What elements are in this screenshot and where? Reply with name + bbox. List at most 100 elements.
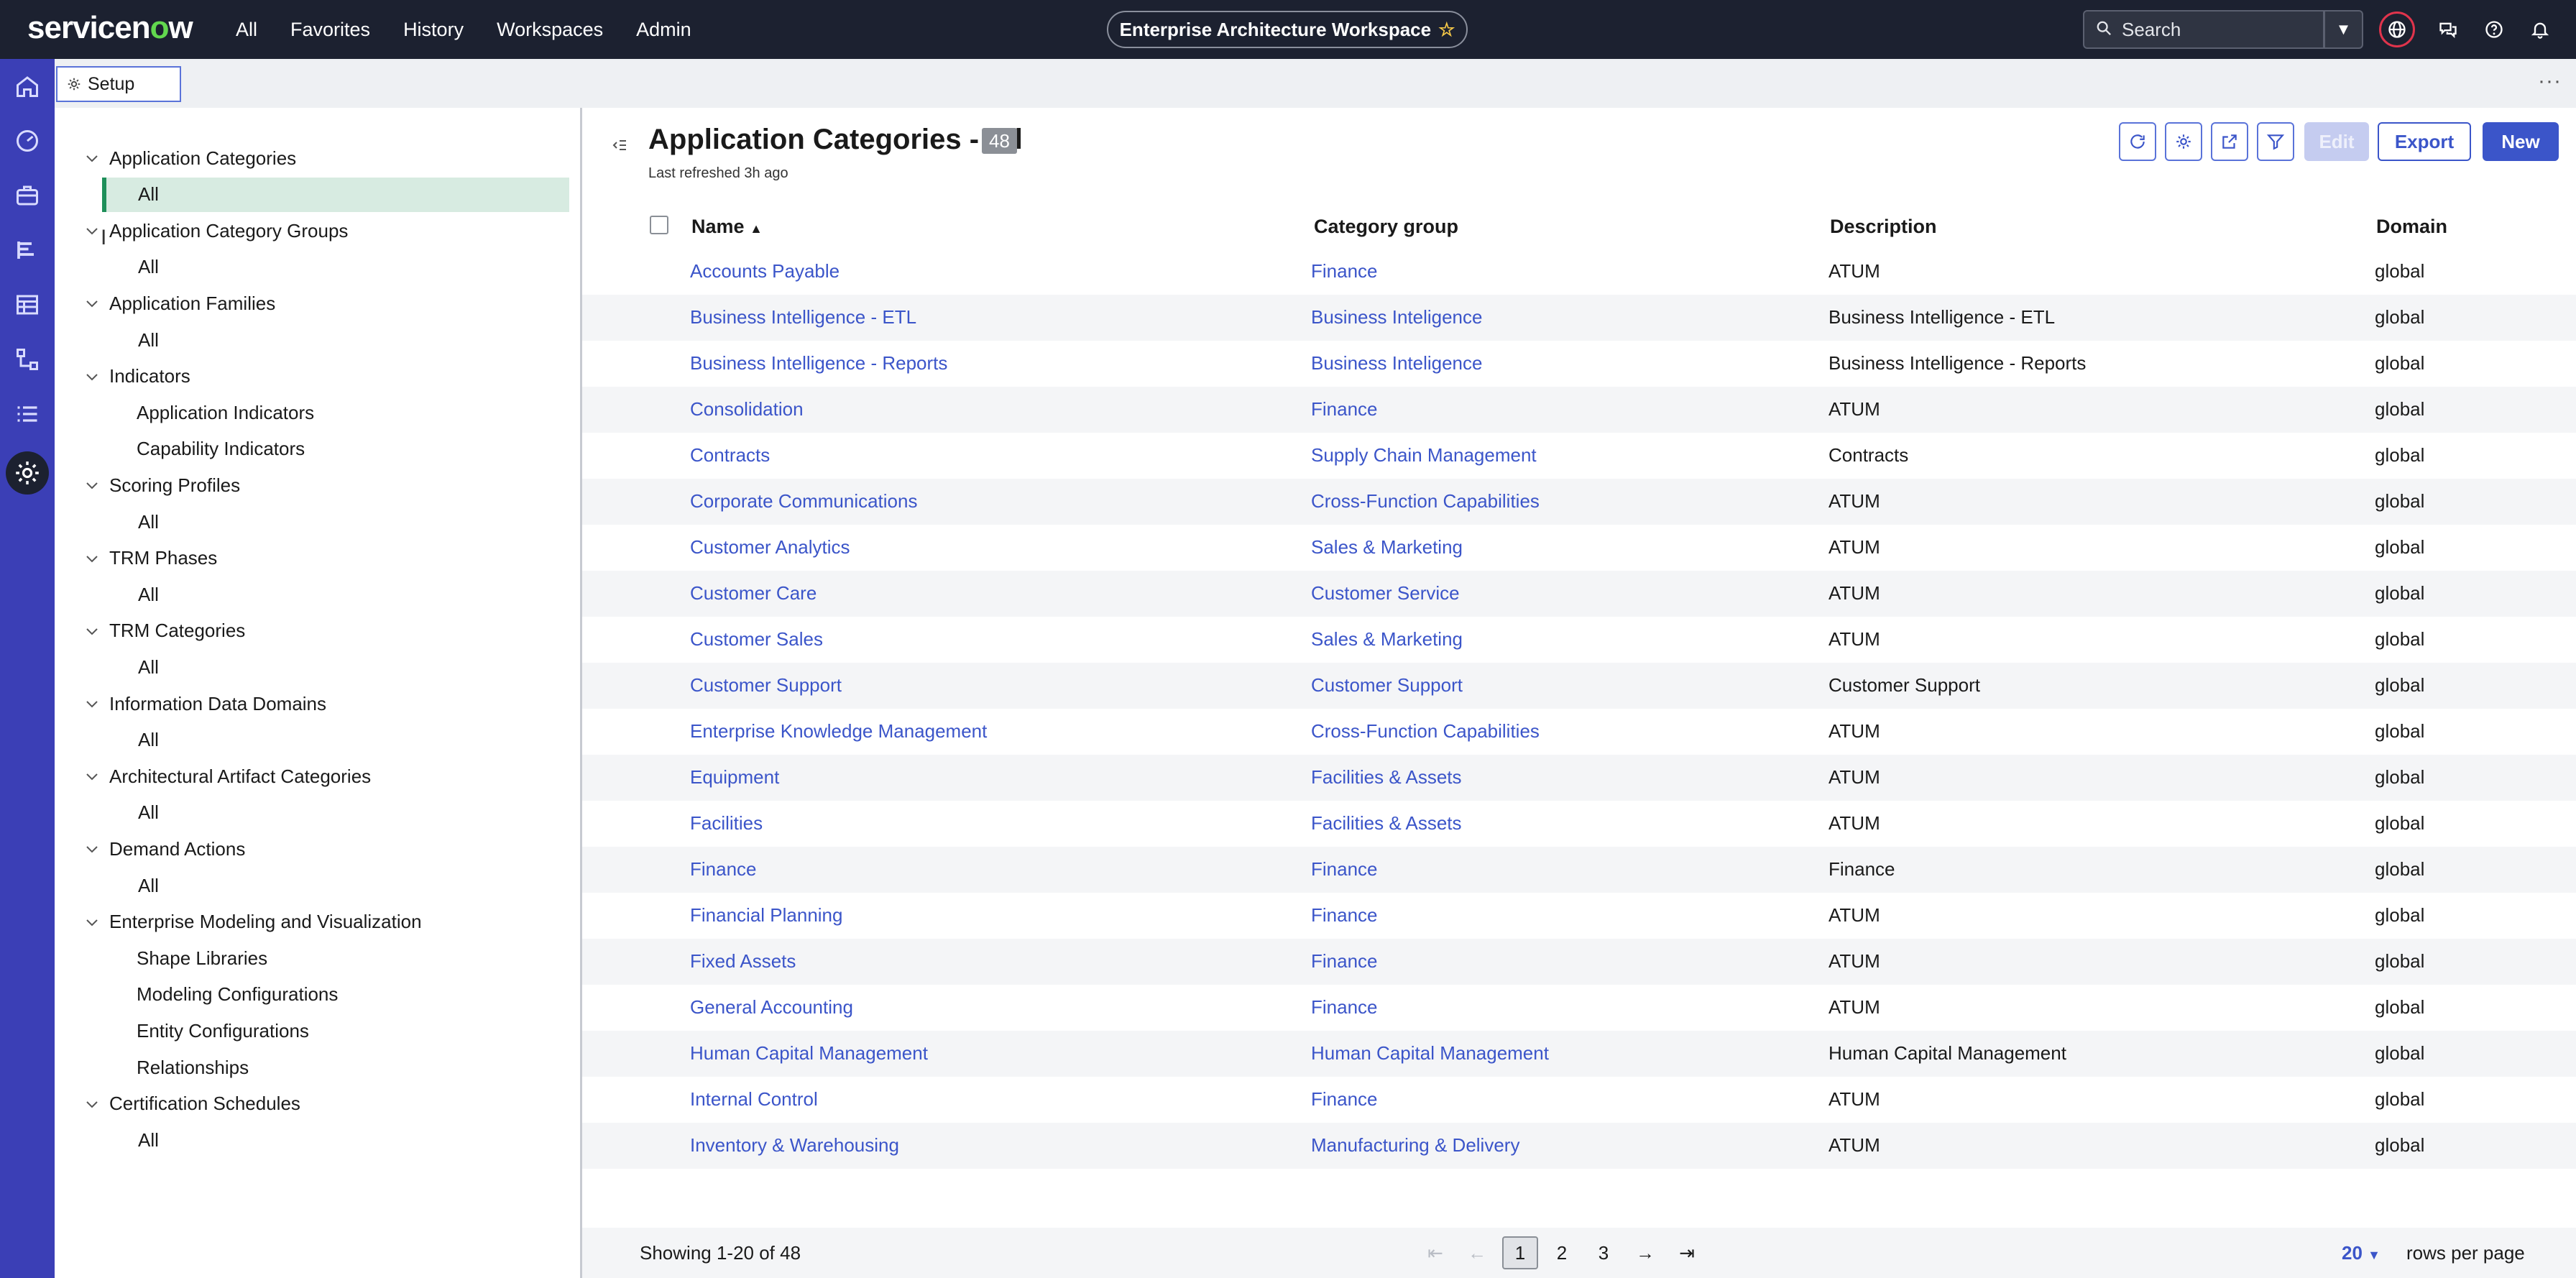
column-header-category-group[interactable]: Category group bbox=[1314, 216, 1458, 238]
table-row[interactable]: Contracts Supply Chain Management Contract… bbox=[582, 433, 2576, 479]
chevron-down-icon[interactable] bbox=[83, 768, 101, 785]
cell-category-group[interactable]: Finance bbox=[1311, 996, 1378, 1019]
cell-name[interactable]: Customer Analytics bbox=[690, 536, 850, 558]
table-row[interactable]: Enterprise Knowledge Management Cross-Fun… bbox=[582, 709, 2576, 755]
home-icon[interactable] bbox=[13, 72, 42, 101]
servicenow-logo[interactable]: servicenow bbox=[27, 10, 193, 46]
next-page-icon[interactable]: → bbox=[1627, 1236, 1663, 1269]
list-icon[interactable] bbox=[13, 400, 42, 428]
cell-name[interactable]: Internal Control bbox=[690, 1088, 818, 1111]
new-button[interactable]: New bbox=[2483, 122, 2559, 161]
cell-name[interactable]: Facilities bbox=[690, 812, 763, 835]
cell-name[interactable]: Enterprise Knowledge Management bbox=[690, 720, 987, 743]
tree-group[interactable]: Demand Actions bbox=[55, 832, 580, 866]
cell-category-group[interactable]: Customer Service bbox=[1311, 582, 1460, 604]
cell-category-group[interactable]: Finance bbox=[1311, 260, 1378, 282]
table-row[interactable]: Customer Support Customer Support Customer… bbox=[582, 663, 2576, 709]
open-in-new-button[interactable] bbox=[2211, 122, 2248, 161]
global-search-input[interactable]: Search bbox=[2083, 10, 2324, 49]
roadmap-icon[interactable] bbox=[13, 236, 42, 265]
hierarchy-icon[interactable] bbox=[13, 345, 42, 374]
cell-category-group[interactable]: Business Inteligence bbox=[1311, 352, 1482, 374]
nav-admin[interactable]: Admin bbox=[636, 19, 691, 41]
rows-per-page-dropdown[interactable]: 20 ▼ bbox=[2342, 1242, 2380, 1264]
tree-item[interactable]: Capability Indicators bbox=[55, 432, 580, 466]
table-row[interactable]: Internal Control Finance ATUM global bbox=[582, 1077, 2576, 1123]
cell-name[interactable]: Customer Support bbox=[690, 674, 842, 697]
cell-category-group[interactable]: Sales & Marketing bbox=[1311, 536, 1463, 558]
cell-category-group[interactable]: Finance bbox=[1311, 398, 1378, 420]
cell-category-group[interactable]: Cross-Function Capabilities bbox=[1311, 720, 1540, 743]
edit-button[interactable]: Edit bbox=[2304, 122, 2369, 161]
cell-category-group[interactable]: Customer Support bbox=[1311, 674, 1463, 697]
tree-group[interactable]: TRM Phases bbox=[55, 541, 580, 576]
cell-name[interactable]: Accounts Payable bbox=[690, 260, 840, 282]
tree-item[interactable]: Modeling Configurations bbox=[55, 978, 580, 1012]
chevron-down-icon[interactable] bbox=[83, 295, 101, 312]
tree-group[interactable]: TRM Categories bbox=[55, 614, 580, 648]
chevron-down-icon[interactable] bbox=[83, 550, 101, 567]
cell-name[interactable]: Inventory & Warehousing bbox=[690, 1134, 899, 1157]
tree-item[interactable]: All bbox=[102, 177, 569, 212]
tree-group[interactable]: Certification Schedules bbox=[55, 1087, 580, 1121]
nav-history[interactable]: History bbox=[403, 19, 464, 41]
table-row[interactable]: Consolidation Finance ATUM global bbox=[582, 387, 2576, 433]
filter-button[interactable] bbox=[2257, 122, 2294, 161]
cell-category-group[interactable]: Facilities & Assets bbox=[1311, 766, 1462, 789]
cell-name[interactable]: Human Capital Management bbox=[690, 1042, 928, 1065]
tree-item[interactable]: All bbox=[55, 250, 580, 285]
table-view-icon[interactable] bbox=[13, 290, 42, 319]
column-header-name[interactable]: Name ▲ bbox=[691, 216, 763, 238]
page-2-button[interactable]: 2 bbox=[1544, 1236, 1580, 1269]
chevron-down-icon[interactable] bbox=[83, 222, 101, 239]
cell-category-group[interactable]: Human Capital Management bbox=[1311, 1042, 1549, 1065]
tree-group[interactable]: Enterprise Modeling and Visualization bbox=[55, 905, 580, 939]
tree-group[interactable]: Application Families bbox=[55, 286, 580, 321]
cell-name[interactable]: Customer Sales bbox=[690, 628, 823, 651]
chevron-down-icon[interactable] bbox=[83, 1095, 101, 1113]
table-row[interactable]: Facilities Facilities & Assets ATUM global bbox=[582, 801, 2576, 847]
notifications-bell-icon[interactable] bbox=[2527, 17, 2553, 42]
chevron-down-icon[interactable] bbox=[83, 368, 101, 385]
cell-name[interactable]: Customer Care bbox=[690, 582, 816, 604]
tree-item[interactable]: Shape Libraries bbox=[55, 941, 580, 975]
chevron-down-icon[interactable] bbox=[83, 150, 101, 167]
cell-name[interactable]: General Accounting bbox=[690, 996, 853, 1019]
collapse-panel-icon[interactable] bbox=[611, 137, 628, 159]
star-icon[interactable]: ☆ bbox=[1438, 19, 1455, 41]
chevron-down-icon[interactable] bbox=[83, 914, 101, 931]
tree-item[interactable]: All bbox=[55, 723, 580, 758]
table-row[interactable]: Customer Sales Sales & Marketing ATUM globa… bbox=[582, 617, 2576, 663]
nav-workspaces[interactable]: Workspaces bbox=[497, 19, 603, 41]
cell-name[interactable]: Equipment bbox=[690, 766, 779, 789]
page-3-button[interactable]: 3 bbox=[1586, 1236, 1622, 1269]
cell-category-group[interactable]: Cross-Function Capabilities bbox=[1311, 490, 1540, 512]
tree-item[interactable]: Application Indicators bbox=[55, 395, 580, 430]
nav-favorites[interactable]: Favorites bbox=[290, 19, 370, 41]
cell-name[interactable]: Fixed Assets bbox=[690, 950, 796, 973]
more-options-icon[interactable]: ··· bbox=[2538, 69, 2562, 93]
last-page-icon[interactable]: ⇥ bbox=[1669, 1236, 1705, 1269]
column-header-domain[interactable]: Domain bbox=[2376, 216, 2447, 238]
table-row[interactable]: Human Capital Management Human Capital Ma… bbox=[582, 1031, 2576, 1077]
cell-category-group[interactable]: Business Inteligence bbox=[1311, 306, 1482, 328]
table-row[interactable]: General Accounting Finance ATUM global bbox=[582, 985, 2576, 1031]
tree-group[interactable]: Application Category Groups bbox=[55, 213, 580, 248]
tree-group[interactable]: Architectural Artifact Categories bbox=[55, 759, 580, 794]
tab-setup[interactable]: Setup bbox=[56, 66, 181, 102]
cell-category-group[interactable]: Finance bbox=[1311, 950, 1378, 973]
cell-name[interactable]: Business Intelligence - Reports bbox=[690, 352, 947, 374]
tree-item[interactable]: All bbox=[55, 1123, 580, 1157]
cell-category-group[interactable]: Manufacturing & Delivery bbox=[1311, 1134, 1519, 1157]
tree-item[interactable]: Entity Configurations bbox=[55, 1013, 580, 1048]
table-row[interactable]: Customer Analytics Sales & Marketing ATUM g… bbox=[582, 525, 2576, 571]
table-row[interactable]: Corporate Communications Cross-Function C… bbox=[582, 479, 2576, 525]
setup-gear-icon[interactable] bbox=[6, 451, 49, 495]
table-row[interactable]: Equipment Facilities & Assets ATUM global bbox=[582, 755, 2576, 801]
refresh-button[interactable] bbox=[2119, 122, 2156, 161]
chat-icon[interactable] bbox=[2435, 17, 2461, 42]
tree-item[interactable]: All bbox=[55, 577, 580, 612]
chevron-down-icon[interactable] bbox=[83, 477, 101, 494]
cell-category-group[interactable]: Finance bbox=[1311, 858, 1378, 881]
tree-item[interactable]: All bbox=[55, 868, 580, 903]
